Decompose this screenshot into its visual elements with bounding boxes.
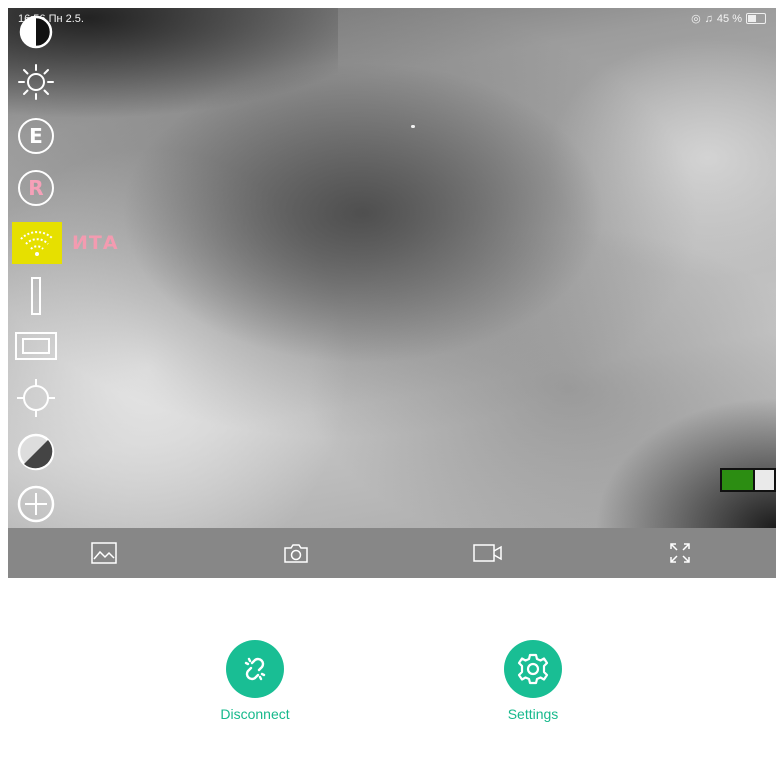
settings-button[interactable] bbox=[504, 640, 562, 698]
headphones-icon: ♫ bbox=[704, 12, 713, 25]
battery-icon bbox=[746, 13, 766, 24]
brightness-button[interactable] bbox=[14, 60, 58, 104]
camera-icon bbox=[284, 544, 308, 563]
record-r-button[interactable]: R bbox=[14, 166, 58, 210]
vertical-bar-icon bbox=[31, 277, 41, 315]
level-remaining bbox=[755, 470, 774, 490]
viewer-shade bbox=[576, 388, 776, 528]
rectangle-frame-icon bbox=[15, 332, 57, 360]
vertical-bar-button[interactable] bbox=[14, 274, 58, 318]
crosshair-button[interactable] bbox=[14, 376, 58, 420]
diagonal-contrast-icon bbox=[17, 433, 55, 471]
zoom-plus-icon bbox=[17, 485, 55, 523]
disconnect-button[interactable] bbox=[226, 640, 284, 698]
media-toolbar bbox=[8, 528, 776, 578]
wifi-button[interactable] bbox=[12, 222, 62, 264]
record-video-button[interactable] bbox=[392, 528, 584, 578]
contrast-half-icon bbox=[19, 15, 53, 49]
video-record-icon bbox=[473, 544, 502, 562]
gear-icon bbox=[517, 653, 549, 685]
disconnect-action[interactable]: Disconnect bbox=[195, 640, 315, 722]
zoom-button[interactable] bbox=[14, 482, 58, 526]
action-panel: Disconnect Settings bbox=[8, 578, 776, 776]
letter-e-icon: E bbox=[18, 118, 54, 154]
level-indicator bbox=[720, 468, 776, 492]
exposure-e-button[interactable]: E bbox=[14, 114, 58, 158]
frame-button[interactable] bbox=[14, 324, 58, 368]
contrast-button[interactable] bbox=[14, 430, 58, 474]
status-bar: 16:56 Пн 2.5. ◎ ♫ 45 % bbox=[8, 8, 776, 30]
status-right: ◎ ♫ 45 % bbox=[691, 12, 766, 25]
contrast-half-button[interactable] bbox=[14, 10, 58, 54]
gallery-image-icon bbox=[91, 542, 117, 564]
settings-action[interactable]: Settings bbox=[473, 640, 593, 722]
disconnect-label[interactable]: Disconnect bbox=[195, 706, 315, 722]
letter-r-icon: R bbox=[18, 170, 54, 206]
fullscreen-button[interactable] bbox=[584, 528, 776, 578]
battery-percent: 45 % bbox=[716, 12, 742, 25]
thermal-video-view[interactable]: 16:56 Пн 2.5. ◎ ♫ 45 % bbox=[8, 8, 776, 528]
hot-spot bbox=[411, 125, 415, 128]
location-icon: ◎ bbox=[691, 13, 701, 25]
settings-label[interactable]: Settings bbox=[473, 706, 593, 722]
gallery-button[interactable] bbox=[8, 528, 200, 578]
wifi-status-text: ИТА bbox=[72, 232, 119, 254]
app-frame: 16:56 Пн 2.5. ◎ ♫ 45 % bbox=[8, 8, 776, 776]
capture-photo-button[interactable] bbox=[200, 528, 392, 578]
crosshair-target-icon bbox=[17, 379, 55, 417]
broken-link-icon bbox=[244, 657, 266, 681]
level-fill bbox=[722, 470, 753, 490]
brightness-sun-icon bbox=[18, 64, 54, 100]
fullscreen-expand-icon bbox=[670, 543, 690, 563]
wifi-icon bbox=[20, 231, 54, 256]
